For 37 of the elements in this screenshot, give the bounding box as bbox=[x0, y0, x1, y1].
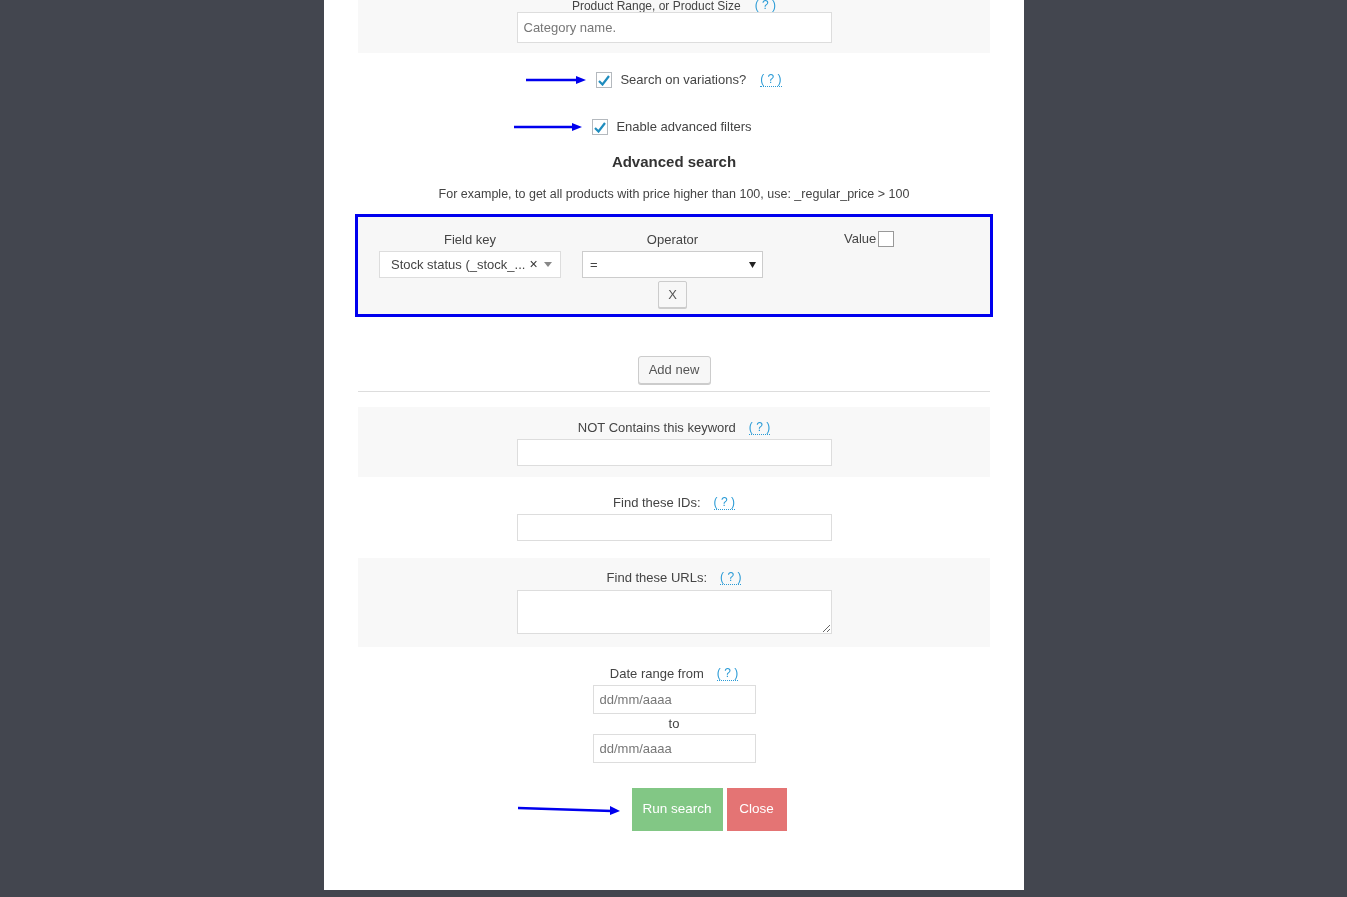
field-label: NOT Contains this keyword bbox=[577, 419, 736, 438]
text-field[interactable]: Category name. bbox=[516, 12, 832, 43]
section-heading: Advanced search bbox=[610, 152, 738, 172]
remove-filter-button[interactable]: X bbox=[658, 281, 687, 308]
operator-select[interactable]: = bbox=[582, 251, 763, 278]
checkbox-label: Search on variations? bbox=[620, 71, 747, 90]
help-link[interactable]: ( ? ) bbox=[760, 73, 782, 87]
close-button[interactable]: Close bbox=[726, 788, 787, 831]
column-label: Value bbox=[844, 231, 877, 247]
range-separator: to bbox=[668, 715, 680, 733]
checkbox-label: Enable advanced filters bbox=[616, 118, 752, 137]
clear-selection[interactable]: × bbox=[529, 254, 538, 275]
help-link[interactable]: ( ? ) bbox=[720, 571, 742, 585]
selected-value: = bbox=[590, 255, 598, 274]
column-label: Field key bbox=[444, 231, 496, 249]
column-label: Operator bbox=[646, 231, 699, 249]
caret-icon bbox=[543, 262, 552, 267]
add-new-button[interactable]: Add new bbox=[637, 356, 711, 384]
help-link[interactable]: ( ? ) bbox=[716, 667, 739, 681]
field-label: Find these IDs: bbox=[613, 494, 701, 513]
field-label: Date range from bbox=[609, 665, 704, 684]
help-link[interactable]: ( ? ) bbox=[713, 496, 735, 510]
caret-icon bbox=[749, 261, 756, 268]
checkbox[interactable] bbox=[596, 72, 613, 88]
text-field[interactable] bbox=[516, 439, 832, 466]
checkbox[interactable] bbox=[592, 119, 609, 135]
example-text: For example, to get all products with price higher than 100, use: _regular_price > 100 bbox=[437, 186, 911, 202]
run-search-button[interactable]: Run search bbox=[631, 788, 723, 831]
help-link[interactable]: ( ? ) bbox=[748, 421, 771, 435]
text-field[interactable]: dd/mm/aaaa bbox=[592, 685, 756, 714]
field-label: Find these URLs: bbox=[606, 569, 708, 588]
checkbox[interactable] bbox=[878, 231, 895, 247]
field-label: Product Range, or Product Size bbox=[571, 0, 741, 12]
selected-value: Stock status (_stock_... bbox=[391, 255, 526, 274]
field-key-select[interactable]: Stock status (_stock_... × bbox=[379, 251, 561, 278]
text-field[interactable] bbox=[516, 514, 832, 541]
text-field[interactable]: dd/mm/aaaa bbox=[592, 734, 756, 763]
